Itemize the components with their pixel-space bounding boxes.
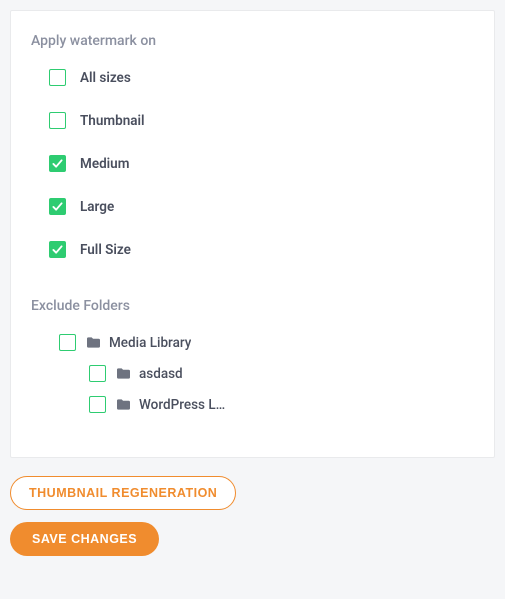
checkbox-large[interactable] bbox=[49, 198, 66, 215]
folder-row-child: asdasd bbox=[89, 365, 474, 382]
actions-row: THUMBNAIL REGENERATION SAVE CHANGES bbox=[10, 476, 495, 556]
checkbox-thumbnail[interactable] bbox=[49, 112, 66, 129]
size-option-medium: Medium bbox=[49, 155, 474, 172]
size-option-full-size: Full Size bbox=[49, 241, 474, 258]
folder-tree: Media Library asdasd WordPress L… bbox=[31, 334, 474, 433]
size-option-thumbnail: Thumbnail bbox=[49, 112, 474, 129]
size-label: Full Size bbox=[80, 242, 131, 258]
checkbox-medium[interactable] bbox=[49, 155, 66, 172]
checkbox-full-size[interactable] bbox=[49, 241, 66, 258]
folder-row-root: Media Library bbox=[59, 334, 474, 351]
folder-icon bbox=[116, 398, 131, 411]
size-option-all-sizes: All sizes bbox=[49, 69, 474, 86]
folder-children: asdasd WordPress L… bbox=[59, 365, 474, 413]
checkbox-all-sizes[interactable] bbox=[49, 69, 66, 86]
size-label: Medium bbox=[80, 156, 129, 172]
checkbox-folder-root[interactable] bbox=[59, 334, 76, 351]
folder-icon bbox=[116, 367, 131, 380]
size-label: Large bbox=[80, 199, 114, 215]
checkbox-folder-child-1[interactable] bbox=[89, 396, 106, 413]
folder-label: Media Library bbox=[109, 335, 191, 351]
size-label: Thumbnail bbox=[80, 113, 145, 129]
size-option-large: Large bbox=[49, 198, 474, 215]
checkbox-folder-child-0[interactable] bbox=[89, 365, 106, 382]
folder-label: WordPress L… bbox=[139, 397, 225, 413]
size-options-list: All sizes Thumbnail Medium Large Full Si bbox=[31, 69, 474, 258]
thumbnail-regeneration-button[interactable]: THUMBNAIL REGENERATION bbox=[10, 476, 236, 510]
settings-card: Apply watermark on All sizes Thumbnail M… bbox=[10, 10, 495, 458]
folder-row-child: WordPress L… bbox=[89, 396, 474, 413]
folder-label: asdasd bbox=[139, 366, 183, 382]
watermark-section-title: Apply watermark on bbox=[31, 33, 474, 49]
exclude-section-title: Exclude Folders bbox=[31, 298, 474, 314]
save-changes-button[interactable]: SAVE CHANGES bbox=[10, 522, 159, 556]
size-label: All sizes bbox=[80, 70, 131, 86]
folder-icon bbox=[86, 336, 101, 349]
